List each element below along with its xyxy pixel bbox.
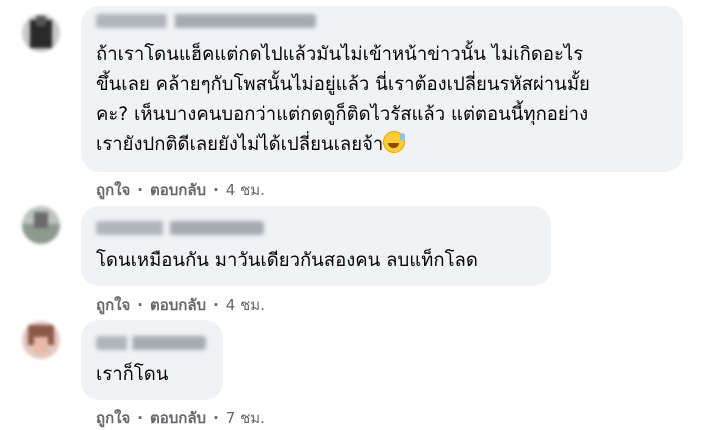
- comment-line: เราก็โดน: [96, 364, 169, 385]
- avatar[interactable]: [22, 206, 60, 244]
- separator: ·: [137, 409, 143, 427]
- separator: ·: [137, 296, 143, 314]
- like-button[interactable]: ถูกใจ: [96, 406, 130, 430]
- comment-text: ถ้าเราโดนแฮ็คแต่กดไปแล้วมันไม่เข้าหน้าข่…: [96, 40, 590, 160]
- like-button[interactable]: ถูกใจ: [96, 178, 130, 202]
- comment-author-name[interactable]: [96, 221, 264, 235]
- comment-line: คะ? เห็นบางคนบอกว่าแต่กดดูก็ติดไวรัสแล้ว…: [96, 104, 589, 125]
- comment-text: โดนเหมือนกัน มาวันเดียวกันสองคน ลบแท็กโล…: [96, 246, 478, 276]
- comment-timestamp[interactable]: 7 ชม.: [226, 406, 265, 430]
- separator: ·: [213, 181, 219, 199]
- avatar[interactable]: [22, 321, 60, 359]
- comment-timestamp[interactable]: 4 ชม.: [226, 178, 265, 202]
- separator: ·: [137, 181, 143, 199]
- comment-line-text: เรายังปกติดีเลยยังไม่ได้เปลี่ยนเลยจ้า: [96, 134, 384, 155]
- comment-line: ถ้าเราโดนแฮ็คแต่กดไปแล้วมันไม่เข้าหน้าข่…: [96, 44, 584, 65]
- avatar[interactable]: [22, 14, 60, 52]
- comment-actions: ถูกใจ · ตอบกลับ · 4 ชม.: [96, 178, 265, 202]
- comment-actions: ถูกใจ · ตอบกลับ · 7 ชม.: [96, 406, 265, 430]
- comment-timestamp[interactable]: 4 ชม.: [226, 293, 265, 317]
- comment-text: เราก็โดน: [96, 360, 168, 390]
- like-button[interactable]: ถูกใจ: [96, 293, 130, 317]
- comment-author-name[interactable]: [96, 14, 316, 28]
- separator: ·: [213, 409, 219, 427]
- comment-actions: ถูกใจ · ตอบกลับ · 4 ชม.: [96, 293, 265, 317]
- reply-button[interactable]: ตอบกลับ: [150, 293, 206, 317]
- comment-author-name[interactable]: [96, 336, 206, 350]
- reply-button[interactable]: ตอบกลับ: [150, 178, 206, 202]
- comment-line: โดนเหมือนกัน มาวันเดียวกันสองคน ลบแท็กโล…: [96, 250, 478, 271]
- separator: ·: [213, 296, 219, 314]
- comment-line: เรายังปกติดีเลยยังไม่ได้เปลี่ยนเลยจ้า: [96, 130, 590, 160]
- grinning-sweat-emoji-icon: [383, 131, 406, 153]
- comment-line: ขึ้นเลย คล้ายๆกับโพสนั้นไม่อยู่แล้ว นี่เ…: [96, 74, 590, 95]
- reply-button[interactable]: ตอบกลับ: [150, 406, 206, 430]
